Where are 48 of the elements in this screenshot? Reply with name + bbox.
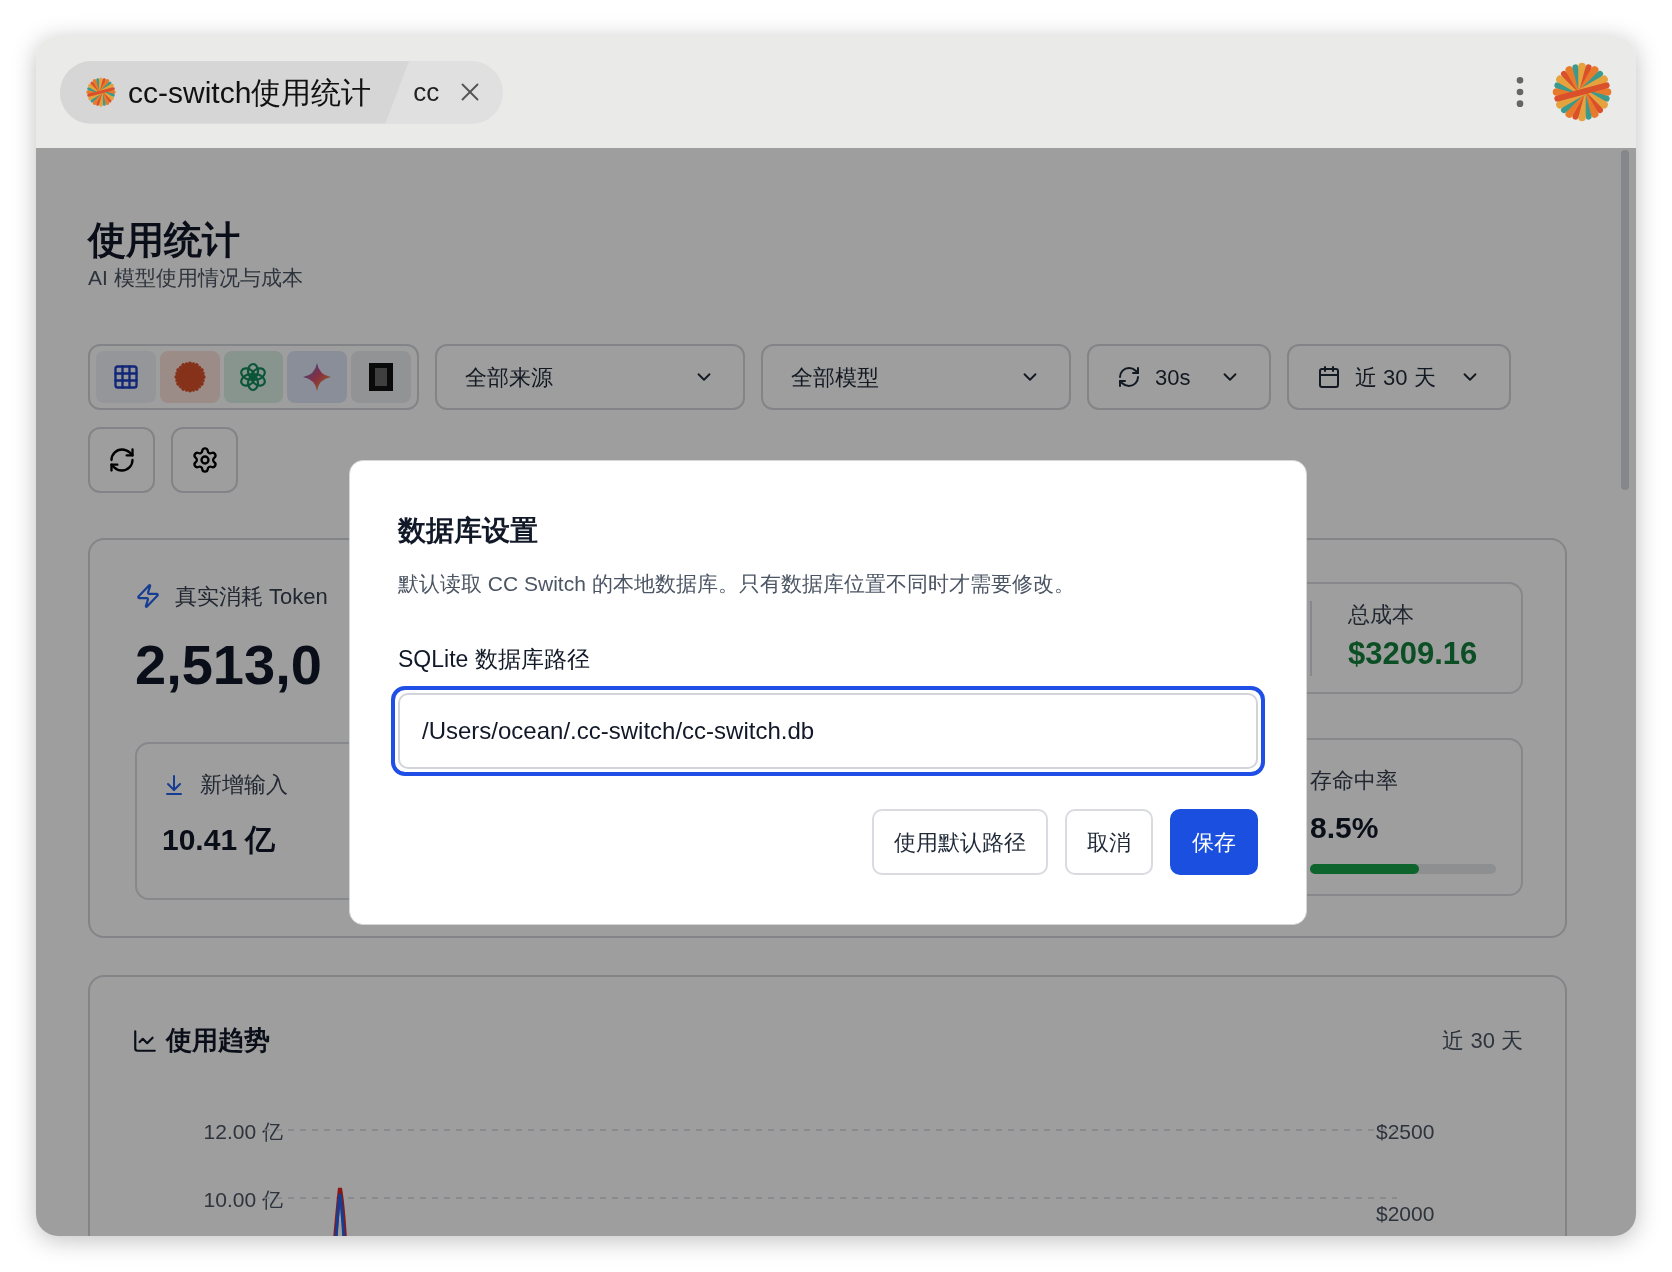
dialog-button[interactable]: 保存 [1170, 809, 1258, 875]
date-range-dropdown[interactable]: 近 30 天 [1287, 344, 1511, 410]
provider-tab[interactable] [287, 351, 348, 403]
axis-tick-label: 12.00 亿 [203, 1119, 283, 1145]
path-input-field[interactable]: /Users/ocean/.cc-switch/cc-switch.db [391, 686, 1265, 776]
stat-label: 新增输入 [200, 771, 288, 799]
lightning-icon [135, 583, 161, 609]
stat-label: 真实消耗 Token [175, 582, 328, 611]
dialog-title: 数据库设置 [398, 514, 538, 548]
date-range-label: 近 30 天 [1442, 1027, 1523, 1055]
provider-tab[interactable] [351, 351, 411, 403]
browser-tab[interactable]: cc-switch使用统计 [60, 60, 410, 124]
axis-tick-label: 10.00 亿 [203, 1187, 283, 1213]
settings-button[interactable] [171, 427, 238, 493]
field-label: SQLite 数据库路径 [398, 645, 590, 674]
stat-value: 2,513,0 [135, 633, 322, 697]
asterisk-logo-icon [1552, 62, 1612, 122]
stat-label: 总成本 [1348, 601, 1415, 630]
axis-tick-label: $2000 [1376, 1201, 1435, 1227]
refresh-icon [1117, 365, 1141, 389]
chart-icon [132, 1027, 158, 1054]
axis-tick-label: $2500 [1376, 1119, 1435, 1145]
provider-tab[interactable] [223, 351, 284, 403]
stat-label: 存命中率 [1310, 767, 1399, 795]
refresh-interval-dropdown[interactable]: 30s [1087, 344, 1271, 410]
stat-value: 8.5% [1310, 810, 1379, 846]
dialog-button[interactable]: 使用默认路径 [872, 809, 1048, 875]
trend-line-drawing [333, 1186, 347, 1236]
stat-value: 10.41 亿 [162, 822, 276, 858]
grid-icon [111, 363, 140, 391]
page-subtitle: AI 模型使用情况与成本 [88, 265, 303, 291]
provider-tab[interactable] [96, 351, 156, 403]
dialog-button[interactable]: 取消 [1065, 809, 1153, 875]
stat-value: $3209.16 [1348, 635, 1478, 674]
provider-tab[interactable] [159, 351, 220, 403]
calendar-icon [1317, 365, 1341, 389]
refresh-icon [107, 446, 136, 474]
model-dropdown[interactable]: 全部模型 [761, 344, 1071, 410]
square-icon [368, 362, 395, 392]
source-dropdown[interactable]: 全部来源 [435, 344, 745, 410]
browser-tab[interactable]: cc [413, 72, 440, 112]
settings-icon [190, 446, 219, 474]
card-title: 使用趋势 [166, 1024, 270, 1057]
asterisk-logo-icon [86, 77, 116, 107]
dialog-description: 默认读取 CC Switch 的本地数据库。只有数据库位置不同时才需要修改。 [398, 571, 1075, 597]
refresh-button[interactable] [88, 427, 155, 493]
scrollbar-thumb[interactable] [1621, 150, 1629, 490]
page-title: 使用统计 [88, 218, 240, 263]
